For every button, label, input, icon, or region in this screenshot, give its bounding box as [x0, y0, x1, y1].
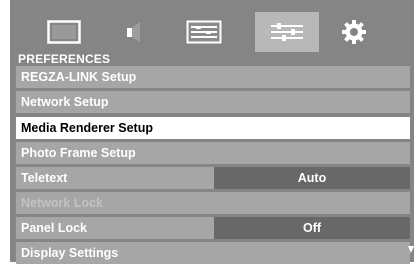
menu-item-panel-lock[interactable]: Panel Lock Off	[16, 217, 410, 239]
menu-item-network-setup[interactable]: Network Setup	[16, 91, 410, 113]
tab-sound[interactable]	[102, 12, 166, 52]
menu-item-photo-frame-setup[interactable]: Photo Frame Setup	[16, 142, 410, 164]
section-title: PREFERENCES	[18, 52, 111, 66]
sound-icon	[127, 22, 140, 42]
gear-icon	[342, 20, 366, 44]
menu-item-label: Display Settings	[21, 246, 119, 260]
preferences-icon	[271, 23, 303, 41]
picture-icon	[47, 20, 81, 44]
menu-item-teletext[interactable]: Teletext Auto	[16, 167, 410, 189]
tab-setup[interactable]	[172, 12, 236, 52]
menu-item-media-renderer-setup[interactable]: Media Renderer Setup	[16, 117, 410, 139]
menu-item-display-settings[interactable]: Display Settings	[16, 242, 410, 264]
menu-item-regza-link-setup[interactable]: REGZA-LINK Setup	[16, 66, 410, 88]
menu-item-label: Panel Lock	[21, 221, 87, 235]
panel-lock-value[interactable]: Off	[214, 217, 410, 239]
scroll-down-arrow-icon	[408, 246, 414, 253]
menu-item-label: Photo Frame Setup	[21, 146, 136, 160]
menu-item-label: Teletext	[21, 171, 68, 185]
settings-menu-panel: PREFERENCES REGZA-LINK Setup Network Set…	[10, 0, 414, 264]
menu-item-label: Network Lock	[21, 196, 103, 210]
menu-item-label: Network Setup	[21, 95, 109, 109]
teletext-value[interactable]: Auto	[214, 167, 410, 189]
tab-picture[interactable]	[32, 12, 96, 52]
menu-item-label: Media Renderer Setup	[21, 121, 153, 135]
setup-icon	[186, 20, 222, 44]
menu-item-network-lock: Network Lock	[16, 192, 410, 214]
menu-tab-bar	[10, 0, 414, 54]
menu-item-label: REGZA-LINK Setup	[21, 70, 137, 84]
tab-preferences[interactable]	[255, 12, 319, 52]
tab-settings[interactable]	[322, 12, 386, 52]
